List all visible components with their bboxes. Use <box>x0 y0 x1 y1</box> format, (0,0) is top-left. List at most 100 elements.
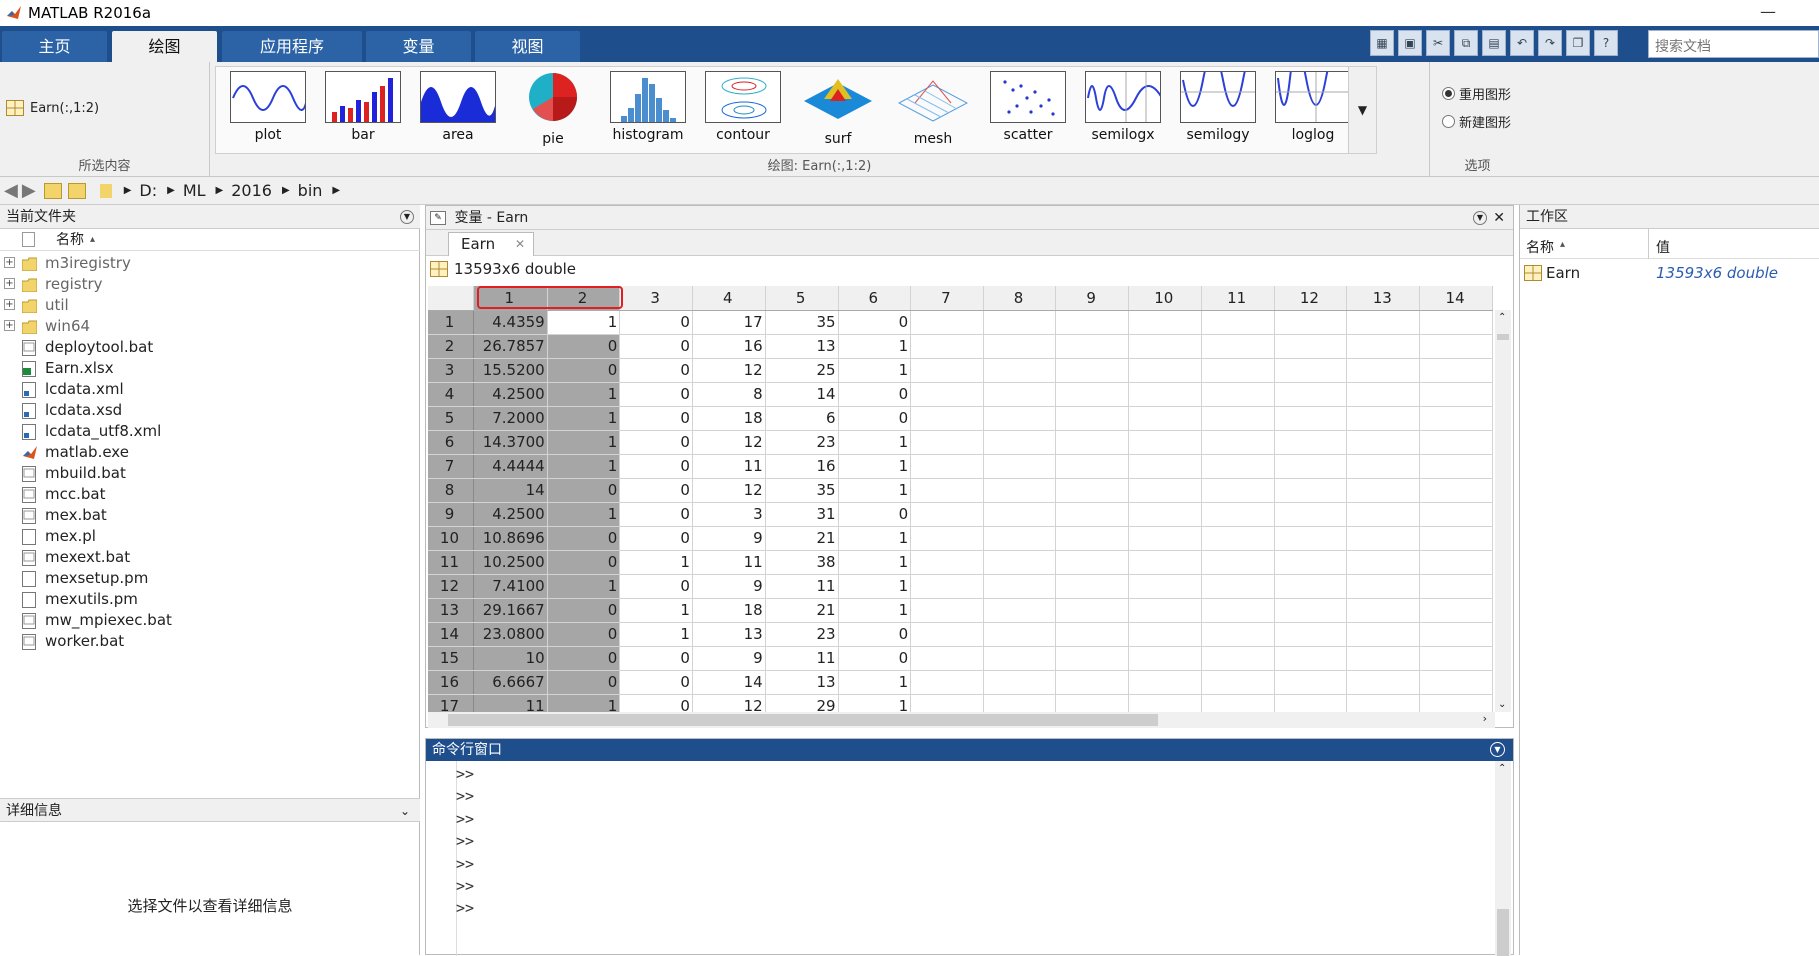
list-item[interactable]: matlab.exe <box>0 442 420 463</box>
grid-cell[interactable] <box>1274 550 1348 575</box>
grid-cell[interactable] <box>1055 670 1129 695</box>
save-icon[interactable]: ▣ <box>1398 30 1422 56</box>
grid-cell[interactable]: 9 <box>692 646 766 671</box>
grid-cell[interactable] <box>1201 622 1275 647</box>
semilogx-button[interactable]: semilogx <box>1081 71 1165 153</box>
grid-cell[interactable]: 1 <box>838 670 912 695</box>
browse-folder-icon[interactable] <box>67 182 86 199</box>
grid-cell[interactable]: 38 <box>765 550 839 575</box>
grid-cell[interactable]: 0 <box>547 550 621 575</box>
column-header[interactable]: 1 <box>473 286 548 311</box>
grid-cell[interactable]: 7.2000 <box>473 406 548 431</box>
list-item[interactable]: + m3iregistry <box>0 253 420 274</box>
redo-icon[interactable]: ↷ <box>1538 30 1562 56</box>
grid-cell[interactable]: 1 <box>838 598 912 623</box>
mesh-button[interactable]: mesh <box>891 71 975 153</box>
grid-cell[interactable] <box>1128 598 1202 623</box>
grid-cell[interactable] <box>1055 526 1129 551</box>
list-item[interactable]: lcdata.xsd <box>0 400 420 421</box>
expand-icon[interactable]: + <box>4 320 15 331</box>
grid-cell[interactable]: 10.2500 <box>473 550 548 575</box>
grid-cell[interactable] <box>1419 598 1493 623</box>
chevron-up-icon[interactable]: ⌃ <box>1498 312 1506 323</box>
grid-cell[interactable] <box>910 406 984 431</box>
back-arrow-icon[interactable]: ◀ <box>4 180 18 201</box>
row-header[interactable]: 15 <box>428 646 474 671</box>
grid-corner[interactable] <box>428 286 474 311</box>
chevron-right-icon[interactable]: › <box>1483 712 1487 725</box>
grid-cell[interactable] <box>1274 622 1348 647</box>
grid-cell[interactable]: 0 <box>619 502 693 527</box>
row-header[interactable]: 6 <box>428 430 474 455</box>
help-icon[interactable]: ? <box>1594 30 1618 56</box>
expand-icon[interactable]: + <box>4 257 15 268</box>
grid-cell[interactable]: 13 <box>765 334 839 359</box>
grid-cell[interactable] <box>983 502 1057 527</box>
grid-cell[interactable] <box>1201 430 1275 455</box>
grid-cell[interactable]: 0 <box>547 622 621 647</box>
grid-cell[interactable] <box>1201 406 1275 431</box>
column-header[interactable]: 7 <box>910 286 984 311</box>
grid-cell[interactable]: 1 <box>838 430 912 455</box>
grid-cell[interactable]: 1 <box>838 550 912 575</box>
contour-button[interactable]: contour <box>701 71 785 153</box>
grid-cell[interactable] <box>1346 670 1421 695</box>
grid-cell[interactable] <box>1055 334 1129 359</box>
grid-cell[interactable] <box>1201 478 1275 503</box>
grid-cell[interactable]: 23 <box>765 622 839 647</box>
tab-apps[interactable]: 应用程序 <box>222 31 362 62</box>
grid-cell[interactable]: 7.4100 <box>473 574 548 599</box>
grid-cell[interactable] <box>910 646 984 671</box>
grid-cell[interactable] <box>1055 574 1129 599</box>
grid-cell[interactable]: 0 <box>838 406 912 431</box>
grid-cell[interactable] <box>1419 478 1493 503</box>
grid-cell[interactable] <box>1419 382 1493 407</box>
grid-cell[interactable] <box>1346 382 1421 407</box>
grid-cell[interactable] <box>1274 358 1348 383</box>
grid-cell[interactable]: 3 <box>692 502 766 527</box>
search-input[interactable]: 搜索文档 <box>1648 30 1819 58</box>
grid-cell[interactable] <box>1274 598 1348 623</box>
grid-cell[interactable]: 1 <box>838 526 912 551</box>
row-header[interactable]: 16 <box>428 670 474 695</box>
path-segment[interactable]: 2016 <box>231 181 272 200</box>
grid-cell[interactable]: 1 <box>838 478 912 503</box>
grid-cell[interactable] <box>1201 502 1275 527</box>
grid-cell[interactable]: 17 <box>692 310 766 335</box>
close-icon[interactable]: ✕ <box>1493 206 1505 230</box>
radio-new-figure[interactable]: 新建图形 <box>1442 112 1511 131</box>
grid-cell[interactable] <box>1055 382 1129 407</box>
grid-cell[interactable]: 21 <box>765 526 839 551</box>
grid-cell[interactable]: 6 <box>765 406 839 431</box>
grid-cell[interactable] <box>983 574 1057 599</box>
path-drive[interactable]: D: <box>139 181 157 200</box>
grid-cell[interactable] <box>983 358 1057 383</box>
grid-cell[interactable] <box>1346 478 1421 503</box>
grid-cell[interactable] <box>1346 334 1421 359</box>
tab-view[interactable]: 视图 <box>475 31 580 62</box>
folder-column-header[interactable]: 名称 ▴ <box>0 229 420 251</box>
grid-cell[interactable]: 16 <box>692 334 766 359</box>
grid-cell[interactable]: 21 <box>765 598 839 623</box>
list-item[interactable]: + util <box>0 295 420 316</box>
grid-cell[interactable] <box>1346 406 1421 431</box>
list-item[interactable]: mex.pl <box>0 526 420 547</box>
grid-cell[interactable]: 9 <box>692 526 766 551</box>
grid-cell[interactable]: 0 <box>838 622 912 647</box>
grid-cell[interactable] <box>1346 574 1421 599</box>
grid-cell[interactable]: 14 <box>765 382 839 407</box>
grid-cell[interactable] <box>1274 574 1348 599</box>
row-header[interactable]: 8 <box>428 478 474 503</box>
grid-cell[interactable] <box>1346 598 1421 623</box>
row-header[interactable]: 1 <box>428 310 474 335</box>
grid-cell[interactable]: 0 <box>619 454 693 479</box>
grid-cell[interactable]: 18 <box>692 598 766 623</box>
grid-cell[interactable]: 1 <box>547 310 621 335</box>
grid-cell[interactable] <box>983 526 1057 551</box>
grid-cell[interactable] <box>1346 310 1421 335</box>
grid-cell[interactable]: 1 <box>838 574 912 599</box>
grid-cell[interactable] <box>983 430 1057 455</box>
panel-menu-icon[interactable]: ▼ <box>1490 742 1505 757</box>
grid-cell[interactable]: 31 <box>765 502 839 527</box>
grid-cell[interactable]: 0 <box>619 670 693 695</box>
